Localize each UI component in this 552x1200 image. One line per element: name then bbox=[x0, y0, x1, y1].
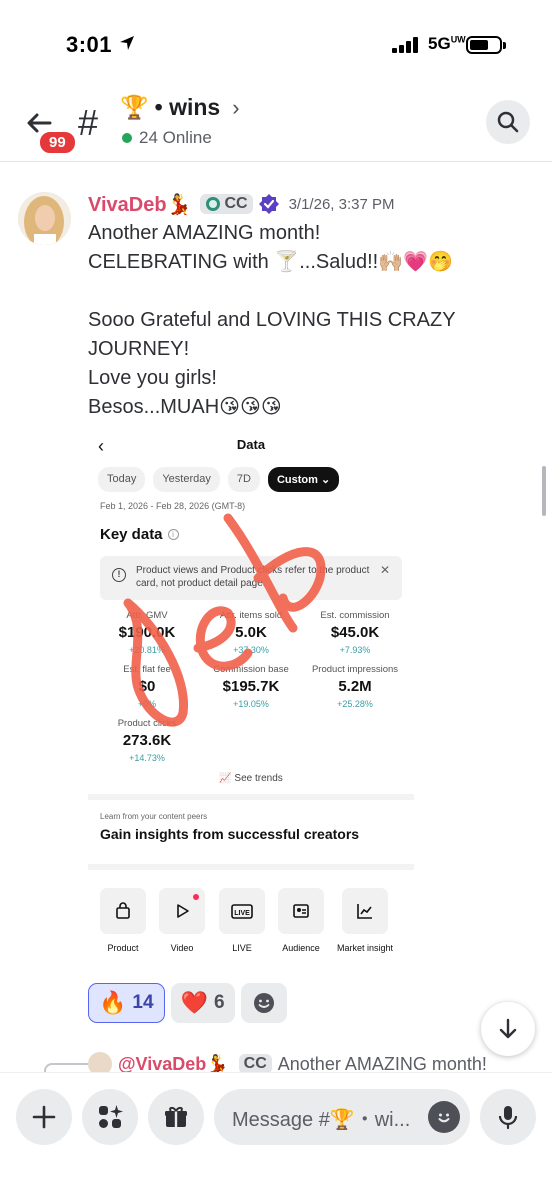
smiley-add-icon bbox=[253, 993, 274, 1013]
status-bar: 3:01 5GUW bbox=[0, 0, 552, 90]
metric-impressions: Product impressions 5.2M +25.28% bbox=[311, 664, 399, 709]
tool-video: Video bbox=[152, 888, 212, 953]
reactions-row: 🔥 14 ❤️ 6 bbox=[88, 983, 287, 1023]
trophy-emoji: 🏆 bbox=[120, 94, 149, 120]
message-composer: Message #🏆・wi... bbox=[0, 1072, 552, 1200]
plus-icon bbox=[32, 1105, 56, 1129]
tool-market-insight: Market insight bbox=[335, 888, 395, 953]
online-count: 24 Online bbox=[122, 128, 212, 148]
metric-items-sold: Attr. items sold 5.0K +37.30% bbox=[219, 610, 283, 655]
add-attachment-button[interactable] bbox=[16, 1089, 72, 1145]
tab-7d: 7D bbox=[227, 467, 260, 492]
gift-button[interactable] bbox=[148, 1089, 204, 1145]
verified-badge-icon bbox=[258, 194, 279, 214]
server-tag[interactable]: CC bbox=[200, 194, 253, 214]
peers-title: Gain insights from successful creators bbox=[100, 826, 360, 842]
date-range: Feb 1, 2026 - Feb 28, 2026 (GMT-8) bbox=[100, 501, 246, 511]
message-placeholder: Message #🏆・wi... bbox=[232, 1108, 411, 1131]
chevron-right-icon: › bbox=[232, 94, 240, 120]
network-label: 5GUW bbox=[428, 34, 466, 53]
message-timestamp: 3/1/26, 3:37 PM bbox=[288, 195, 395, 213]
section-divider bbox=[88, 794, 414, 800]
location-arrow-icon bbox=[120, 36, 134, 50]
apps-sparkle-icon bbox=[99, 1105, 123, 1128]
hash-icon: # bbox=[78, 102, 99, 143]
status-time: 3:01 bbox=[66, 32, 113, 57]
metric-commission: Est. commission $45.0K +7.93% bbox=[320, 610, 390, 655]
metric-gmv: Attr. GMV $190.0K +20.81% bbox=[118, 610, 176, 655]
message-input[interactable]: Message #🏆・wi... bbox=[214, 1089, 470, 1145]
smiley-icon bbox=[438, 1113, 450, 1123]
tab-today: Today bbox=[98, 467, 146, 492]
tool-audience: Audience bbox=[271, 888, 331, 953]
key-data-heading: Key data i bbox=[100, 526, 179, 543]
notification-dot bbox=[193, 894, 199, 900]
metric-flat-fee: Est. flat fee $0 +0% bbox=[123, 664, 171, 709]
tool-live: LIVE LIVE bbox=[212, 888, 272, 953]
scrollbar[interactable] bbox=[542, 466, 546, 516]
metric-commission-base: Commission base $195.7K +19.05% bbox=[213, 664, 289, 709]
notice-banner: ! Product views and Product clicks refer… bbox=[100, 556, 402, 600]
shopping-bag-icon bbox=[116, 902, 130, 919]
audience-card-icon bbox=[293, 904, 309, 918]
unread-badge: 99 bbox=[38, 130, 77, 155]
emoji-picker-button[interactable] bbox=[428, 1101, 460, 1133]
reply-server-tag: CC bbox=[238, 1054, 272, 1074]
date-filter-tabs: Today Yesterday 7D Custom ⌄ bbox=[98, 467, 340, 492]
author-avatar[interactable] bbox=[18, 192, 71, 245]
signal-icon bbox=[392, 37, 418, 53]
tool-product: Product bbox=[93, 888, 153, 953]
info-icon: i bbox=[167, 529, 179, 540]
peers-subtitle: Learn from your content peers bbox=[100, 812, 208, 821]
microphone-icon bbox=[498, 1106, 518, 1130]
metric-clicks: Product clicks 273.6K +14.73% bbox=[117, 718, 177, 763]
reaction-fire[interactable]: 🔥 14 bbox=[88, 983, 165, 1023]
tag-emblem-icon bbox=[206, 197, 221, 211]
search-icon bbox=[497, 111, 519, 133]
tab-custom: Custom ⌄ bbox=[267, 467, 340, 492]
search-button[interactable] bbox=[486, 100, 530, 144]
line-chart-icon bbox=[357, 904, 372, 919]
channel-title[interactable]: 🏆 • wins › bbox=[120, 94, 240, 121]
svg-text:LIVE: LIVE bbox=[234, 910, 250, 917]
trend-chart-icon: 📈 bbox=[219, 773, 235, 784]
jump-to-bottom-button[interactable] bbox=[481, 1002, 535, 1056]
online-dot-icon bbox=[122, 133, 132, 143]
apps-button[interactable] bbox=[82, 1089, 138, 1145]
live-icon: LIVE bbox=[231, 904, 253, 919]
reaction-heart[interactable]: ❤️ 6 bbox=[170, 983, 235, 1023]
message-header: VivaDeb💃 CC 3/1/26, 3:37 PM bbox=[88, 190, 394, 218]
message-body: Another AMAZING month! CELEBRATING with … bbox=[88, 222, 456, 418]
play-icon bbox=[177, 904, 189, 918]
battery-icon bbox=[466, 36, 506, 54]
voice-message-button[interactable] bbox=[480, 1089, 536, 1145]
close-icon: ✕ bbox=[379, 563, 390, 577]
attached-image[interactable]: ‹ Data Today Yesterday 7D Custom ⌄ Feb 1… bbox=[88, 428, 414, 968]
data-title: Data bbox=[236, 437, 266, 452]
author-name[interactable]: VivaDeb💃 bbox=[88, 192, 191, 217]
add-reaction-button[interactable] bbox=[240, 983, 287, 1023]
section-divider bbox=[88, 864, 414, 870]
info-circle-icon: ! bbox=[112, 568, 126, 582]
see-trends-link: 📈 See trends bbox=[219, 773, 283, 784]
arrow-down-icon bbox=[499, 1018, 517, 1039]
tab-yesterday: Yesterday bbox=[153, 467, 220, 492]
channel-name: • wins bbox=[154, 94, 221, 120]
gift-icon bbox=[165, 1107, 187, 1127]
channel-header: 99 # 🏆 • wins › 24 Online bbox=[0, 90, 552, 162]
